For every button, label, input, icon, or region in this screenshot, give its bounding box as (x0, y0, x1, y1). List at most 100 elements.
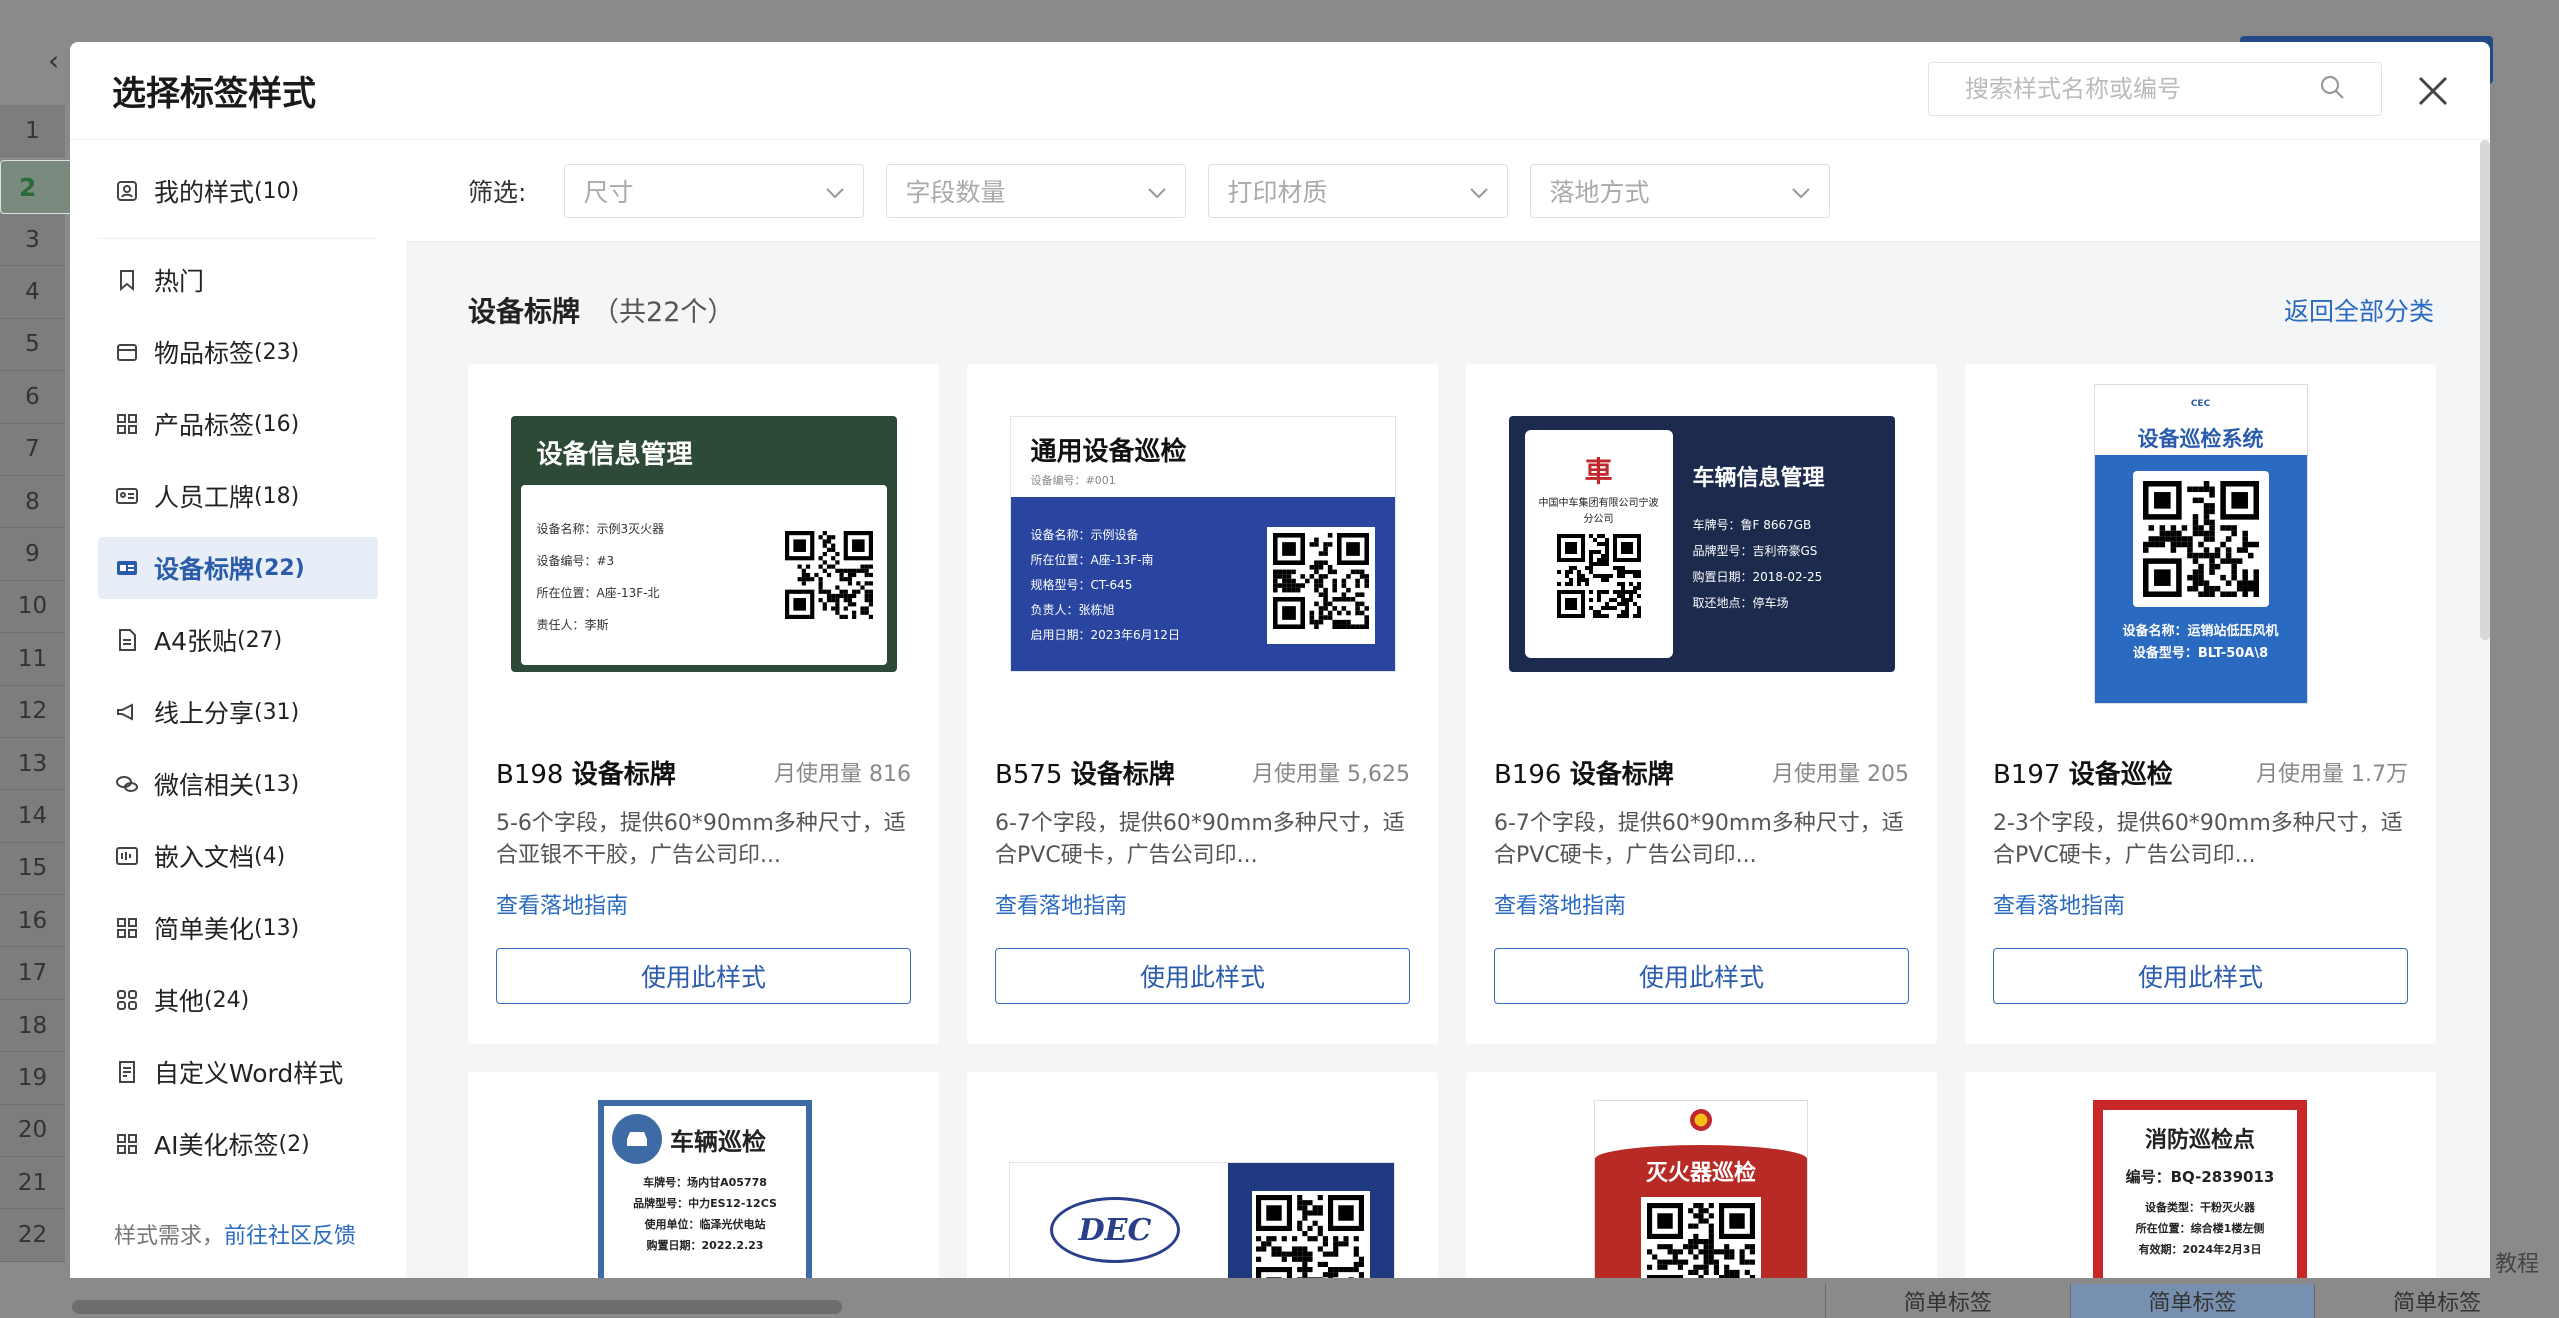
style-picker-modal: 选择标签样式 我的样式(10) 热门物品标签(23)产品标签(16)人员工牌(1… (70, 42, 2490, 1278)
row-number[interactable]: 11 (0, 633, 65, 686)
row-number[interactable]: 7 (0, 423, 65, 476)
row-number[interactable]: 4 (0, 266, 65, 319)
use-style-button[interactable]: 使用此样式 (496, 948, 911, 1004)
sidebar-item-label: 人员工牌 (154, 483, 255, 512)
row-number[interactable]: 21 (0, 1157, 65, 1210)
row-number[interactable]: 13 (0, 737, 65, 791)
use-style-button[interactable]: 使用此样式 (995, 948, 1410, 1004)
card-desc: 6-7个字段，提供60*90mm多种尺寸，适合PVC硬卡，广告公司印... (1494, 811, 1904, 868)
row-number[interactable]: 14 (0, 790, 65, 843)
sidebar-item-category[interactable]: 简单美化 (13) (98, 897, 378, 959)
filter-deploy-select[interactable]: 落地方式 (1530, 163, 1831, 218)
search-box[interactable] (1928, 62, 2382, 116)
help-label[interactable]: 教程 (2495, 1246, 2539, 1278)
preview-field: 设备名称：运销站低压风机 (2122, 624, 2279, 639)
section-title: 设备标牌 (468, 295, 581, 328)
style-card[interactable]: 车辆巡检 车牌号：场内甘A05778 品牌型号：中力ES12-12CS 使用单位… (468, 1072, 939, 1278)
close-icon[interactable] (2410, 68, 2456, 114)
sidebar-item-category[interactable]: 其他 (24) (98, 969, 378, 1031)
row-number[interactable]: 20 (0, 1104, 65, 1158)
sidebar-item-count: (4) (254, 843, 286, 869)
vertical-scrollbar[interactable] (2480, 140, 2490, 640)
divider (98, 238, 378, 239)
horizontal-scrollbar[interactable] (72, 1300, 842, 1314)
preview-field: 所在位置：综合楼1楼左侧 (2135, 1222, 2265, 1235)
category-sidebar: 我的样式 (10) 热门物品标签 (23) 产品标签 (16) 人员工牌 (18) 设备标牌(… (70, 140, 406, 1278)
preview-title: 设备巡检系统 (2137, 427, 2264, 451)
row-headers: 1 2 3 4 5 6 7 8 9 10 11 12 13 14 15 16 17 18 19 20 21 22 (0, 105, 300, 1262)
sidebar-item-category[interactable]: AI美化标签 (2) (98, 1113, 378, 1175)
guide-link[interactable]: 查看落地指南 (995, 888, 1127, 920)
sidebar-item-category[interactable]: 人员工牌 (18) (98, 465, 378, 527)
style-card[interactable]: 设备信息管理 设备名称：示例3灭火器 设备编号：#3 所在位置：A座-13F-北… (468, 364, 939, 1044)
guide-link[interactable]: 查看落地指南 (1993, 888, 2125, 920)
style-card[interactable]: 通用设备巡检 设备编号：#001 设备名称：示例设备 所在位置：A座-13F-南… (967, 364, 1438, 1044)
sidebar-item-category[interactable]: 热门 (98, 249, 378, 311)
preview-title: 车辆巡检 (670, 1127, 766, 1156)
chevron-down-icon (1469, 176, 1489, 205)
sidebar-item-count: (16) (254, 411, 300, 437)
card-name: B198 设备标牌 (496, 754, 676, 791)
filter-size-select[interactable]: 尺寸 (564, 163, 865, 218)
sidebar-item-count: (13) (254, 915, 300, 941)
card-desc: 6-7个字段，提供60*90mm多种尺寸，适合PVC硬卡，广告公司印... (995, 811, 1405, 868)
style-card[interactable]: 消防巡检点 编号：BQ-2839013 设备类型：干粉灭火器 所在位置：综合楼1… (1965, 1072, 2436, 1278)
search-input[interactable] (1965, 75, 2319, 103)
sidebar-item-category[interactable]: 产品标签 (16) (98, 393, 378, 455)
row-number[interactable]: 17 (0, 947, 65, 1000)
style-card[interactable]: DEC (967, 1072, 1438, 1278)
car-icon (612, 1114, 662, 1164)
row-number[interactable]: 8 (0, 475, 65, 529)
filter-material-select[interactable]: 打印材质 (1208, 163, 1509, 218)
use-style-button[interactable]: 使用此样式 (1993, 948, 2408, 1004)
row-number[interactable]: 9 (0, 528, 65, 581)
row-number[interactable]: 3 (0, 214, 65, 267)
card-title: 设备标牌 (1569, 760, 1674, 790)
card-code: B196 (1494, 760, 1562, 790)
card-name: B197 设备巡检 (1993, 754, 2173, 791)
sidebar-item-category[interactable]: A4张贴 (27) (98, 609, 378, 671)
search-icon[interactable] (2319, 74, 2345, 104)
sheet-tab[interactable]: 简单标签 (2069, 1284, 2315, 1318)
sidebar-item-count: (27) (237, 627, 283, 653)
sidebar-item-my-styles[interactable]: 我的样式 (10) (98, 160, 378, 222)
preview-logo: DEC (1050, 1197, 1180, 1263)
sidebar-item-category[interactable]: 线上分享 (31) (98, 681, 378, 743)
sidebar-item-active[interactable]: 设备标牌 (22) (98, 537, 378, 599)
row-number[interactable]: 10 (0, 580, 65, 634)
qr-code-icon (2142, 481, 2259, 597)
row-number[interactable]: 5 (0, 318, 65, 372)
style-card[interactable]: 車 中国中车集团有限公司宁波分公司 车辆信息管理 车牌号：鲁F 8667GB 品… (1466, 364, 1937, 1044)
qr-code-icon (1272, 533, 1369, 629)
preview-field: 使用单位：临泽光伏电站 (644, 1218, 766, 1231)
style-card[interactable]: 灭火器巡检 (1466, 1072, 1937, 1278)
back-arrow-icon[interactable]: ‹ (48, 44, 59, 77)
preview-title: 车辆信息管理 (1692, 466, 1825, 491)
sidebar-item-category[interactable]: 自定义Word样式 (98, 1041, 378, 1103)
row-number[interactable]: 16 (0, 895, 65, 948)
filter-fields-select[interactable]: 字段数量 (886, 163, 1187, 218)
card-preview: 車 中国中车集团有限公司宁波分公司 车辆信息管理 车牌号：鲁F 8667GB 品… (1466, 364, 1937, 724)
guide-link[interactable]: 查看落地指南 (496, 888, 628, 920)
sidebar-item-category[interactable]: 嵌入文档 (4) (98, 825, 378, 887)
back-to-all-link[interactable]: 返回全部分类 (2284, 292, 2434, 328)
sidebar-item-category[interactable]: 物品标签 (23) (98, 321, 378, 383)
row-number[interactable]: 1 (0, 105, 65, 158)
preview-title: 设备信息管理 (536, 440, 693, 470)
style-card[interactable]: CEC 设备巡检系统 设备名称：运销站低压风机 设备型号：BLT-50A\8 B… (1965, 364, 2436, 1044)
sidebar-item-label: 嵌入文档 (154, 843, 255, 872)
row-number[interactable]: 15 (0, 842, 65, 896)
guide-link[interactable]: 查看落地指南 (1494, 888, 1626, 920)
row-number[interactable]: 22 (0, 1209, 65, 1262)
use-style-button[interactable]: 使用此样式 (1494, 948, 1909, 1004)
sheet-tab[interactable]: 简单标签 (1825, 1284, 2070, 1318)
row-number[interactable]: 6 (0, 371, 65, 424)
sheet-tab[interactable]: 简单标签 (2314, 1284, 2559, 1318)
row-number[interactable]: 19 (0, 1052, 65, 1105)
feedback-link[interactable]: 前往社区反馈 (224, 1224, 356, 1249)
sidebar-item-category[interactable]: 微信相关 (13) (98, 753, 378, 815)
sidebar-footer: 样式需求，前往社区反馈 (114, 1218, 356, 1250)
row-number[interactable]: 12 (0, 685, 65, 738)
row-number[interactable]: 18 (0, 999, 65, 1053)
filter-bar: 筛选: 尺寸 字段数量 打印材质 落地方式 (406, 140, 2490, 242)
